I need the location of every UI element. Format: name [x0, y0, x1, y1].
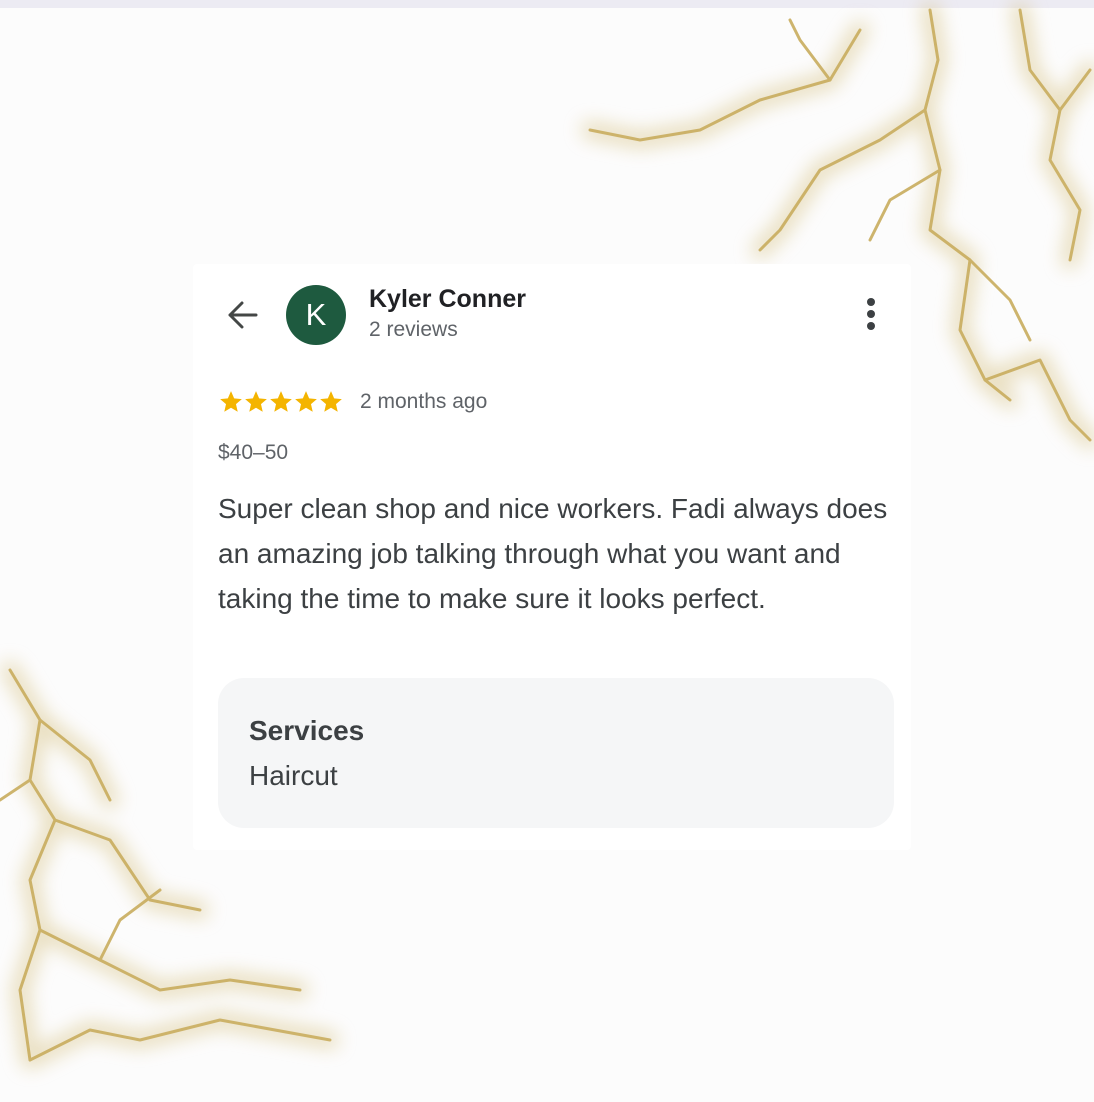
- avatar[interactable]: K: [286, 285, 346, 345]
- review-date: 2 months ago: [360, 390, 488, 413]
- review-text: Super clean shop and nice workers. Fadi …: [218, 493, 888, 614]
- services-panel: Services Haircut: [218, 678, 894, 828]
- review-card: K Kyler Conner 2 reviews 2 months ago $4…: [193, 264, 911, 850]
- price-range: $40–50: [218, 441, 289, 464]
- services-title: Services: [249, 715, 365, 746]
- star-icon: [220, 391, 242, 412]
- more-options-button[interactable]: [857, 294, 885, 334]
- back-button[interactable]: [223, 296, 261, 334]
- star-icon: [295, 391, 317, 412]
- reviewer-name[interactable]: Kyler Conner: [369, 285, 526, 314]
- more-vertical-icon: [867, 298, 875, 330]
- star-icon: [320, 391, 342, 412]
- star-rating: [218, 389, 343, 415]
- services-value: Haircut: [249, 760, 338, 791]
- arrow-left-icon: [228, 301, 258, 329]
- star-icon: [270, 391, 292, 412]
- review-count: 2 reviews: [369, 318, 458, 341]
- star-icon: [245, 391, 267, 412]
